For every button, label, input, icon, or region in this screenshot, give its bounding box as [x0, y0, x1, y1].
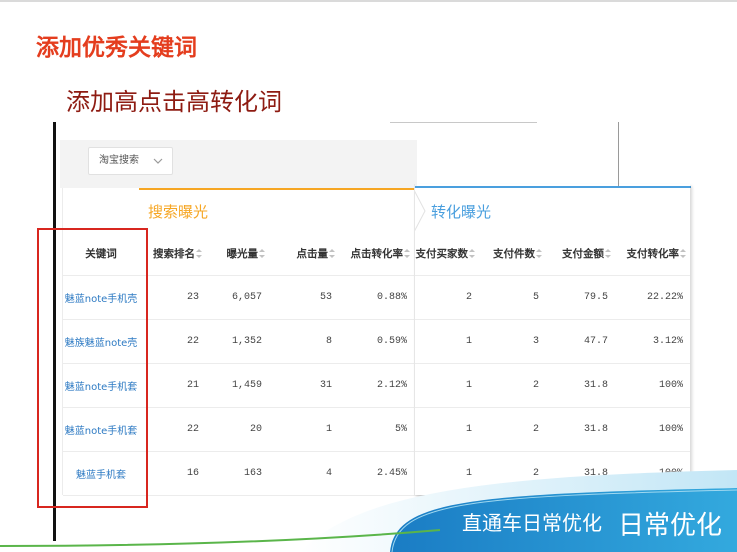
- header-label: 曝光量: [226, 247, 259, 260]
- column-header-paid-amount[interactable]: 支付金额: [546, 232, 615, 276]
- data-grid: 关键词 搜索排名 曝光量 点击量 点击转化率 支付买家数 支付件数 支付金额 支…: [63, 232, 690, 496]
- header-label: 支付金额: [562, 247, 604, 260]
- section-label: 转化曝光: [431, 203, 492, 221]
- paid-amount-cell: 31.8: [546, 363, 615, 408]
- column-header-search-rank[interactable]: 搜索排名: [139, 232, 206, 276]
- paying-buyers-cell: 1: [414, 407, 479, 452]
- section-search-exposure: 搜索曝光: [139, 188, 414, 232]
- keyword-highlight-box: [37, 228, 148, 508]
- chevron-down-icon: [153, 158, 163, 164]
- sort-icon[interactable]: [329, 249, 335, 259]
- clicks-cell: 8: [269, 319, 339, 364]
- paid-amount-cell: 79.5: [546, 275, 615, 320]
- paid-items-cell: 2: [479, 363, 546, 408]
- header-label: 支付件数: [493, 247, 535, 260]
- click-conversion-rate-cell: 0.88%: [339, 275, 414, 320]
- footer-label-large: 日常优化: [618, 511, 723, 541]
- impressions-cell: 1,459: [206, 363, 269, 408]
- header-label: 支付买家数: [415, 247, 469, 260]
- sort-icon[interactable]: [259, 249, 265, 259]
- column-header-payment-conversion-rate[interactable]: 支付转化率: [615, 232, 690, 276]
- paid-items-cell: 5: [479, 275, 546, 320]
- search-rank-cell: 22: [139, 407, 206, 452]
- column-header-click-conversion-rate[interactable]: 点击转化率: [339, 232, 414, 276]
- clicks-cell: 53: [269, 275, 339, 320]
- column-header-paid-items[interactable]: 支付件数: [479, 232, 546, 276]
- header-label: 点击转化率: [350, 247, 404, 260]
- paying-buyers-cell: 1: [414, 319, 479, 364]
- slide-title: 添加优秀关键词: [36, 35, 197, 61]
- column-header-paying-buyers[interactable]: 支付买家数: [414, 232, 479, 276]
- column-header-impressions[interactable]: 曝光量: [206, 232, 269, 276]
- click-conversion-rate-cell: 0.59%: [339, 319, 414, 364]
- click-conversion-rate-cell: 2.12%: [339, 363, 414, 408]
- payment-conversion-rate-cell: 100%: [615, 363, 690, 408]
- keyword-report-table: 搜索曝光 转化曝光 关键词 搜索排名 曝光量 点击量 点击转化率 支付买家数 支…: [62, 184, 691, 496]
- search-rank-cell: 23: [139, 275, 206, 320]
- payment-conversion-rate-cell: 100%: [615, 407, 690, 452]
- decorative-line: [618, 122, 619, 190]
- dropdown-value: 淘宝搜索: [99, 155, 139, 166]
- search-rank-cell: 21: [139, 363, 206, 408]
- sort-icon[interactable]: [404, 249, 410, 259]
- paying-buyers-cell: 1: [414, 363, 479, 408]
- header-label: 支付转化率: [626, 247, 680, 260]
- decorative-line: [390, 122, 537, 123]
- table-row: 魅族魅蓝note壳 22 1,352 8 0.59% 1 3 47.7 3.12…: [63, 319, 690, 364]
- step-arrow-icon: [414, 190, 426, 232]
- footer-label: 直通车日常优化: [462, 511, 602, 535]
- paid-items-cell: 2: [479, 407, 546, 452]
- table-row: 魅蓝note手机套 22 20 1 5% 1 2 31.8 100%: [63, 407, 690, 452]
- paying-buyers-cell: 2: [414, 275, 479, 320]
- impressions-cell: 1,352: [206, 319, 269, 364]
- header-label: 搜索排名: [153, 247, 195, 260]
- search-rank-cell: 22: [139, 319, 206, 364]
- payment-conversion-rate-cell: 3.12%: [615, 319, 690, 364]
- slide-subtitle: 添加高点击高转化词: [66, 88, 282, 116]
- sort-icon[interactable]: [680, 249, 686, 259]
- section-conversion-exposure: 转化曝光: [414, 186, 691, 232]
- column-header-clicks[interactable]: 点击量: [269, 232, 339, 276]
- sort-icon[interactable]: [605, 249, 611, 259]
- sort-icon[interactable]: [196, 249, 202, 259]
- slide-top-edge: [0, 0, 737, 2]
- section-label: 搜索曝光: [148, 203, 209, 221]
- table-row: 魅蓝note手机套 21 1,459 31 2.12% 1 2 31.8 100…: [63, 363, 690, 408]
- column-header-row: 关键词 搜索排名 曝光量 点击量 点击转化率 支付买家数 支付件数 支付金额 支…: [63, 232, 690, 276]
- impressions-cell: 6,057: [206, 275, 269, 320]
- sort-icon[interactable]: [469, 249, 475, 259]
- impressions-cell: 20: [206, 407, 269, 452]
- click-conversion-rate-cell: 5%: [339, 407, 414, 452]
- clicks-cell: 31: [269, 363, 339, 408]
- paid-items-cell: 3: [479, 319, 546, 364]
- source-dropdown[interactable]: 淘宝搜索: [88, 147, 173, 175]
- clicks-cell: 1: [269, 407, 339, 452]
- sort-icon[interactable]: [536, 249, 542, 259]
- table-row: 魅蓝note手机壳 23 6,057 53 0.88% 2 5 79.5 22.…: [63, 275, 690, 320]
- payment-conversion-rate-cell: 22.22%: [615, 275, 690, 320]
- paid-amount-cell: 47.7: [546, 319, 615, 364]
- paid-amount-cell: 31.8: [546, 407, 615, 452]
- header-label: 点击量: [296, 247, 329, 260]
